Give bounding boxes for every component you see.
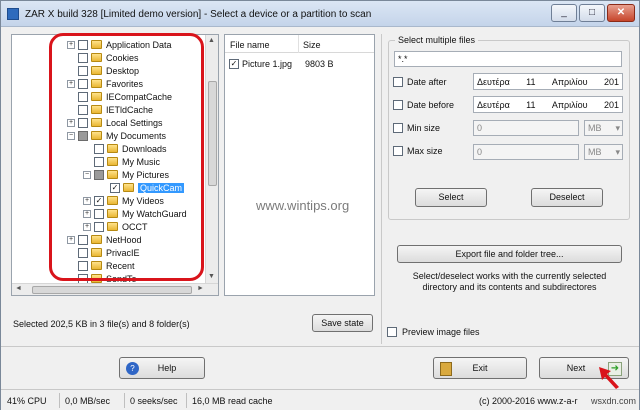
app-icon (7, 8, 19, 20)
date-before-label: Date before (407, 100, 455, 110)
panel-divider (381, 34, 382, 344)
minimize-button[interactable]: _ (551, 4, 577, 22)
selection-summary: Selected 202,5 KB in 3 file(s) and 8 fol… (13, 319, 190, 329)
export-tree-button[interactable]: Export file and folder tree... (397, 245, 622, 263)
red-pointer-arrow (599, 367, 619, 389)
help-label: Help (157, 363, 177, 373)
preview-label: Preview image files (402, 327, 480, 337)
max-size-input[interactable]: 0 (473, 144, 579, 160)
status-sep (124, 393, 125, 408)
max-size-unit: MB (588, 147, 602, 157)
scroll-up-icon[interactable]: ▲ (208, 37, 215, 44)
deselect-button[interactable]: Deselect (531, 188, 603, 207)
date-before-month: Απριλίου (551, 99, 588, 110)
scroll-right-icon[interactable]: ► (197, 285, 204, 292)
status-seeks: 0 seeks/sec (130, 396, 178, 406)
brand-watermark: wsxdn.com (591, 396, 637, 406)
date-before-year: 201 (603, 99, 619, 110)
column-divider (298, 35, 299, 53)
date-after-num: 11 (526, 76, 536, 87)
chevron-down-icon: ▾ (615, 146, 620, 157)
min-size-unit: MB (588, 123, 602, 133)
exit-label: Exit (472, 363, 488, 373)
title-bar: ZAR X build 328 [Limited demo version] -… (1, 1, 639, 27)
separator (1, 346, 639, 347)
date-after-label: Date after (407, 77, 447, 87)
scroll-left-icon[interactable]: ◄ (15, 285, 22, 292)
file-name: Picture 1.jpg (242, 58, 293, 69)
date-before-num: 11 (526, 99, 536, 110)
min-size-checkbox[interactable] (393, 123, 403, 133)
file-row[interactable]: ✓ Picture 1.jpg (229, 57, 292, 70)
maximize-button[interactable]: □ (579, 4, 605, 22)
exit-button[interactable]: Exit (433, 357, 527, 379)
file-size: 9803 B (305, 59, 334, 69)
date-after-picker[interactable]: Δευτέρα 11 Απριλίου 201 (473, 73, 623, 90)
preview-checkbox[interactable] (387, 327, 397, 337)
highlight-annotation (49, 33, 204, 281)
status-cache: 16,0 MB read cache (192, 396, 273, 406)
next-label: Next (566, 363, 586, 373)
help-button[interactable]: ? Help (119, 357, 205, 379)
help-icon: ? (126, 362, 139, 375)
scroll-down-icon[interactable]: ▼ (208, 273, 215, 280)
exit-door-icon (440, 362, 452, 376)
column-file-name[interactable]: File name (230, 40, 270, 50)
status-sep (59, 393, 60, 408)
scroll-thumb[interactable] (208, 81, 217, 186)
date-after-checkbox[interactable] (393, 77, 403, 87)
max-size-checkbox[interactable] (393, 146, 403, 156)
close-button[interactable]: ✕ (607, 4, 635, 22)
hscroll-thumb[interactable] (32, 286, 192, 294)
date-after-month: Απριλίου (551, 76, 588, 87)
file-list-header: File name Size (225, 35, 374, 53)
tree-horizontal-scrollbar[interactable]: ◄ ► (12, 283, 218, 295)
select-hint: Select/deselect works with the currently… (412, 271, 607, 292)
select-multiple-label: Select multiple files (395, 35, 479, 45)
date-before-picker[interactable]: Δευτέρα 11 Απριλίου 201 (473, 96, 623, 113)
app-window: ZAR X build 328 [Limited demo version] -… (0, 0, 640, 410)
file-list[interactable]: File name Size ✓ Picture 1.jpg 9803 B (224, 34, 375, 296)
min-size-input[interactable]: 0 (473, 120, 579, 136)
status-sep (186, 393, 187, 408)
file-checkbox[interactable]: ✓ (229, 58, 239, 69)
tree-vertical-scrollbar[interactable]: ▲ ▼ (205, 35, 218, 283)
max-size-unit-select[interactable]: MB ▾ (584, 144, 623, 160)
min-size-label: Min size (407, 123, 441, 133)
select-button[interactable]: Select (415, 188, 487, 207)
status-copyright: (c) 2000-2016 www.z-a-r (479, 396, 578, 406)
save-state-button[interactable]: Save state (312, 314, 373, 332)
watermark: www.wintips.org (256, 198, 350, 213)
chevron-down-icon: ▾ (615, 122, 620, 133)
status-cpu: 41% CPU (7, 396, 47, 406)
min-size-unit-select[interactable]: MB ▾ (584, 120, 623, 136)
pattern-input[interactable]: *.* (394, 51, 622, 67)
date-after-day: Δευτέρα (477, 76, 510, 87)
date-before-checkbox[interactable] (393, 100, 403, 110)
max-size-label: Max size (407, 146, 443, 156)
date-before-day: Δευτέρα (477, 99, 510, 110)
date-after-year: 201 (603, 76, 619, 87)
status-mbsec: 0,0 MB/sec (65, 396, 111, 406)
window-title: ZAR X build 328 [Limited demo version] -… (25, 9, 372, 20)
column-size[interactable]: Size (303, 40, 321, 50)
status-bar: 41% CPU 0,0 MB/sec 0 seeks/sec 16,0 MB r… (1, 389, 639, 410)
